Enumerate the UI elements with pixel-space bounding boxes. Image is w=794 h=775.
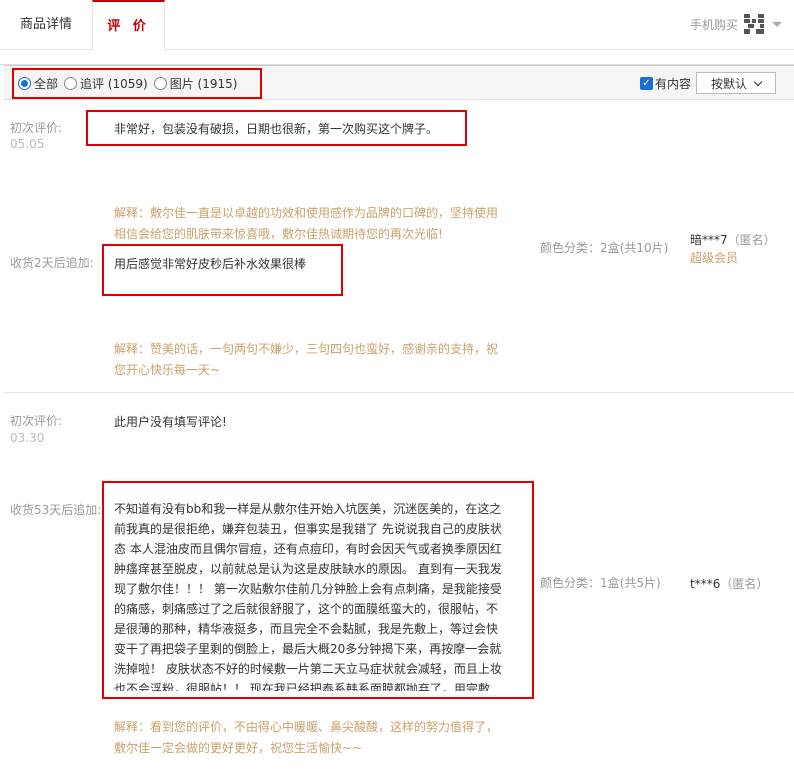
filter-all-label: 全部 [34,77,59,91]
followup-review-text: 不知道有没有bb和我一样是从敷尔佳开始入坑医美，沉迷医美的，在这之前我真的是很拒… [114,502,502,691]
radio-selected-icon [18,77,31,90]
sku-value: 2盒(共10片) [600,241,669,255]
review-filter-group: 全部 追评 (1059) 图片 (1915) [12,68,262,99]
review-filter-bar: 全部 追评 (1059) 图片 (1915) ✓ 有内容 按默认 [4,65,794,100]
vip-badge: 超级会员 [690,251,739,265]
radio-icon [64,77,78,90]
spacer [0,51,794,65]
review-date: 03.30 [10,431,45,445]
mobile-buy-label: 手机购买 [689,17,738,32]
followup-review-label: 收货53天后追加: [10,503,102,517]
sku-label: 颜色分类： [540,241,601,255]
filter-followup-label: 追评 (1059) [80,77,148,91]
initial-review-label: 初次评价: [10,121,63,135]
radio-icon [153,77,167,90]
reviewer-name: 暗***7（匿名） [690,231,776,248]
tab-bar: 商品详情 评 价 手机购买 [0,0,794,51]
sku-value: 1盒(共5片) [600,576,661,590]
followup-review-text: 用后感觉非常好皮秒后补水效果很棒 [114,257,307,271]
chevron-down-icon [753,77,763,86]
initial-review-label: 初次评价: [10,414,63,428]
qr-code-icon [744,14,764,34]
filter-all-radio[interactable]: 全部 [18,75,58,92]
checkbox-checked-icon: ✓ [640,77,653,90]
seller-reply: 解释：赞美的话，一句两句不嫌少，三句四句也蛮好，感谢亲的支持，祝您开心快乐每一天… [114,342,499,377]
sku-info: 颜色分类：2盒(共10片) [540,239,668,256]
anonymous-tag: （匿名） [720,577,769,591]
review-date: 05.05 [10,137,45,151]
seller-reply: 解释：看到您的评价，不由得心中暖暖、鼻尖酸酸，这样的努力值得了，敷尔佳一定会做的… [114,720,499,755]
tab-product-details[interactable]: 商品详情 [0,0,92,50]
mobile-buy-button[interactable]: 手机购买 [690,14,782,34]
sku-info: 颜色分类：1盒(共5片) [540,574,661,591]
filter-followup-radio[interactable]: 追评 (1059) [64,75,148,92]
chevron-down-icon [772,21,782,27]
followup-review-label: 收货2天后追加: [10,256,94,270]
reviewer-name: t***6（匿名） [690,575,768,592]
reviewer-nick: t***6 [690,577,721,591]
initial-review-text: 此用户没有填写评论! [114,415,227,429]
has-content-label: 有内容 [655,77,692,91]
reviewer-nick: 暗***7 [690,233,728,247]
review-divider [4,392,794,393]
filter-pictures-radio[interactable]: 图片 (1915) [153,75,238,92]
has-content-checkbox[interactable]: ✓ 有内容 [640,75,691,92]
sort-dropdown[interactable]: 按默认 [696,72,776,94]
sort-label: 按默认 [710,76,747,91]
anonymous-tag: （匿名） [727,233,776,247]
initial-review-text: 非常好，包装没有破损，日期也很新，第一次购买这个牌子。 [114,122,439,136]
filter-pictures-label: 图片 (1915) [169,77,238,91]
sku-label: 颜色分类： [540,576,601,590]
seller-reply: 解释：敷尔佳一直是以卓越的功效和使用感作为品牌的口碑的，坚持使用相信会给您的肌肤… [114,206,499,241]
tab-reviews[interactable]: 评 价 [92,0,165,51]
